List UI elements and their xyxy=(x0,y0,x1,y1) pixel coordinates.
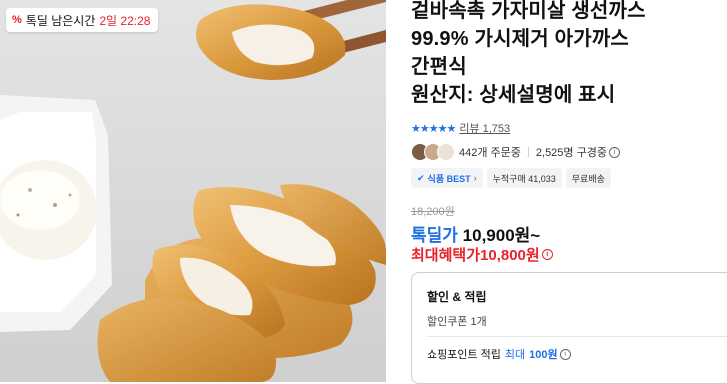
deal-price-value: 10,900원~ xyxy=(462,226,541,245)
product-title: 겉바속촉 가자미살 생선까스 99.9% 가시제거 아가까스 간편식 원산지: … xyxy=(411,0,646,106)
max-benefit-row: 최대혜택가 10,800원 i xyxy=(411,244,553,265)
info-icon[interactable]: i xyxy=(541,249,553,260)
points-max-label: 최대 xyxy=(504,349,526,361)
divider xyxy=(527,147,529,157)
coupon-count[interactable]: 할인쿠폰 1개 xyxy=(427,313,487,329)
shield-check-icon: ✔ xyxy=(417,172,425,183)
social-proof-row: 442개 주문중 2,525명 구경중 i xyxy=(411,143,620,161)
deal-timer-remaining: 2일 22:28 xyxy=(99,13,151,28)
viewers-count: 2,525명 구경중 xyxy=(535,147,607,159)
max-benefit-value: 10,800원 xyxy=(480,247,540,264)
free-shipping-badge: 무료배송 xyxy=(565,168,611,188)
chevron-right-icon: › xyxy=(473,173,477,183)
best-category-badge[interactable]: ✔ 식품 BEST › xyxy=(411,168,483,188)
cumulative-purchase-badge: 누적구매 41,033 xyxy=(486,168,562,188)
review-count-link[interactable]: 리뷰 1,753 xyxy=(459,120,510,136)
info-icon[interactable]: i xyxy=(559,348,571,360)
deal-price-row: 톡딜가 10,900원~ xyxy=(411,221,540,246)
points-value: 100원 xyxy=(529,349,558,361)
product-image[interactable]: % 톡딜 남은시간 2일 22:28 xyxy=(0,0,386,382)
info-icon[interactable]: i xyxy=(608,146,620,158)
deal-price-label: 톡딜가 xyxy=(411,226,458,245)
deal-timer-badge: % 톡딜 남은시간 2일 22:28 xyxy=(6,8,159,32)
divider xyxy=(427,336,727,337)
orders-count: 442개 주문중 xyxy=(459,147,521,159)
avatar xyxy=(437,143,455,161)
discount-percent-icon: % xyxy=(12,14,22,26)
best-category-label: 식품 BEST xyxy=(427,173,471,184)
product-photo xyxy=(0,0,386,382)
rating-row[interactable]: ★★★★★ 리뷰 1,753 xyxy=(411,120,510,136)
max-benefit-label: 최대혜택가 xyxy=(411,247,481,264)
shopping-points-row: 쇼핑포인트 적립 최대 100원 i xyxy=(427,346,571,362)
benefit-box-title: 할인 & 적립 xyxy=(427,290,487,304)
buyer-avatars xyxy=(411,143,455,161)
deal-timer-prefix: 톡딜 남은시간 xyxy=(25,13,96,28)
badge-row: ✔ 식품 BEST › 누적구매 41,033 무료배송 xyxy=(411,168,611,188)
original-price: 18,200원 xyxy=(411,206,455,218)
discount-points-box[interactable]: 할인 & 적립 할인쿠폰 1개 쇼핑포인트 적립 최대 100원 i xyxy=(411,272,727,384)
product-info-panel: 겉바속촉 가자미살 생선까스 99.9% 가시제거 아가까스 간편식 원산지: … xyxy=(411,0,727,384)
star-rating-icon: ★★★★★ xyxy=(411,122,456,135)
points-label: 쇼핑포인트 적립 xyxy=(427,349,501,361)
